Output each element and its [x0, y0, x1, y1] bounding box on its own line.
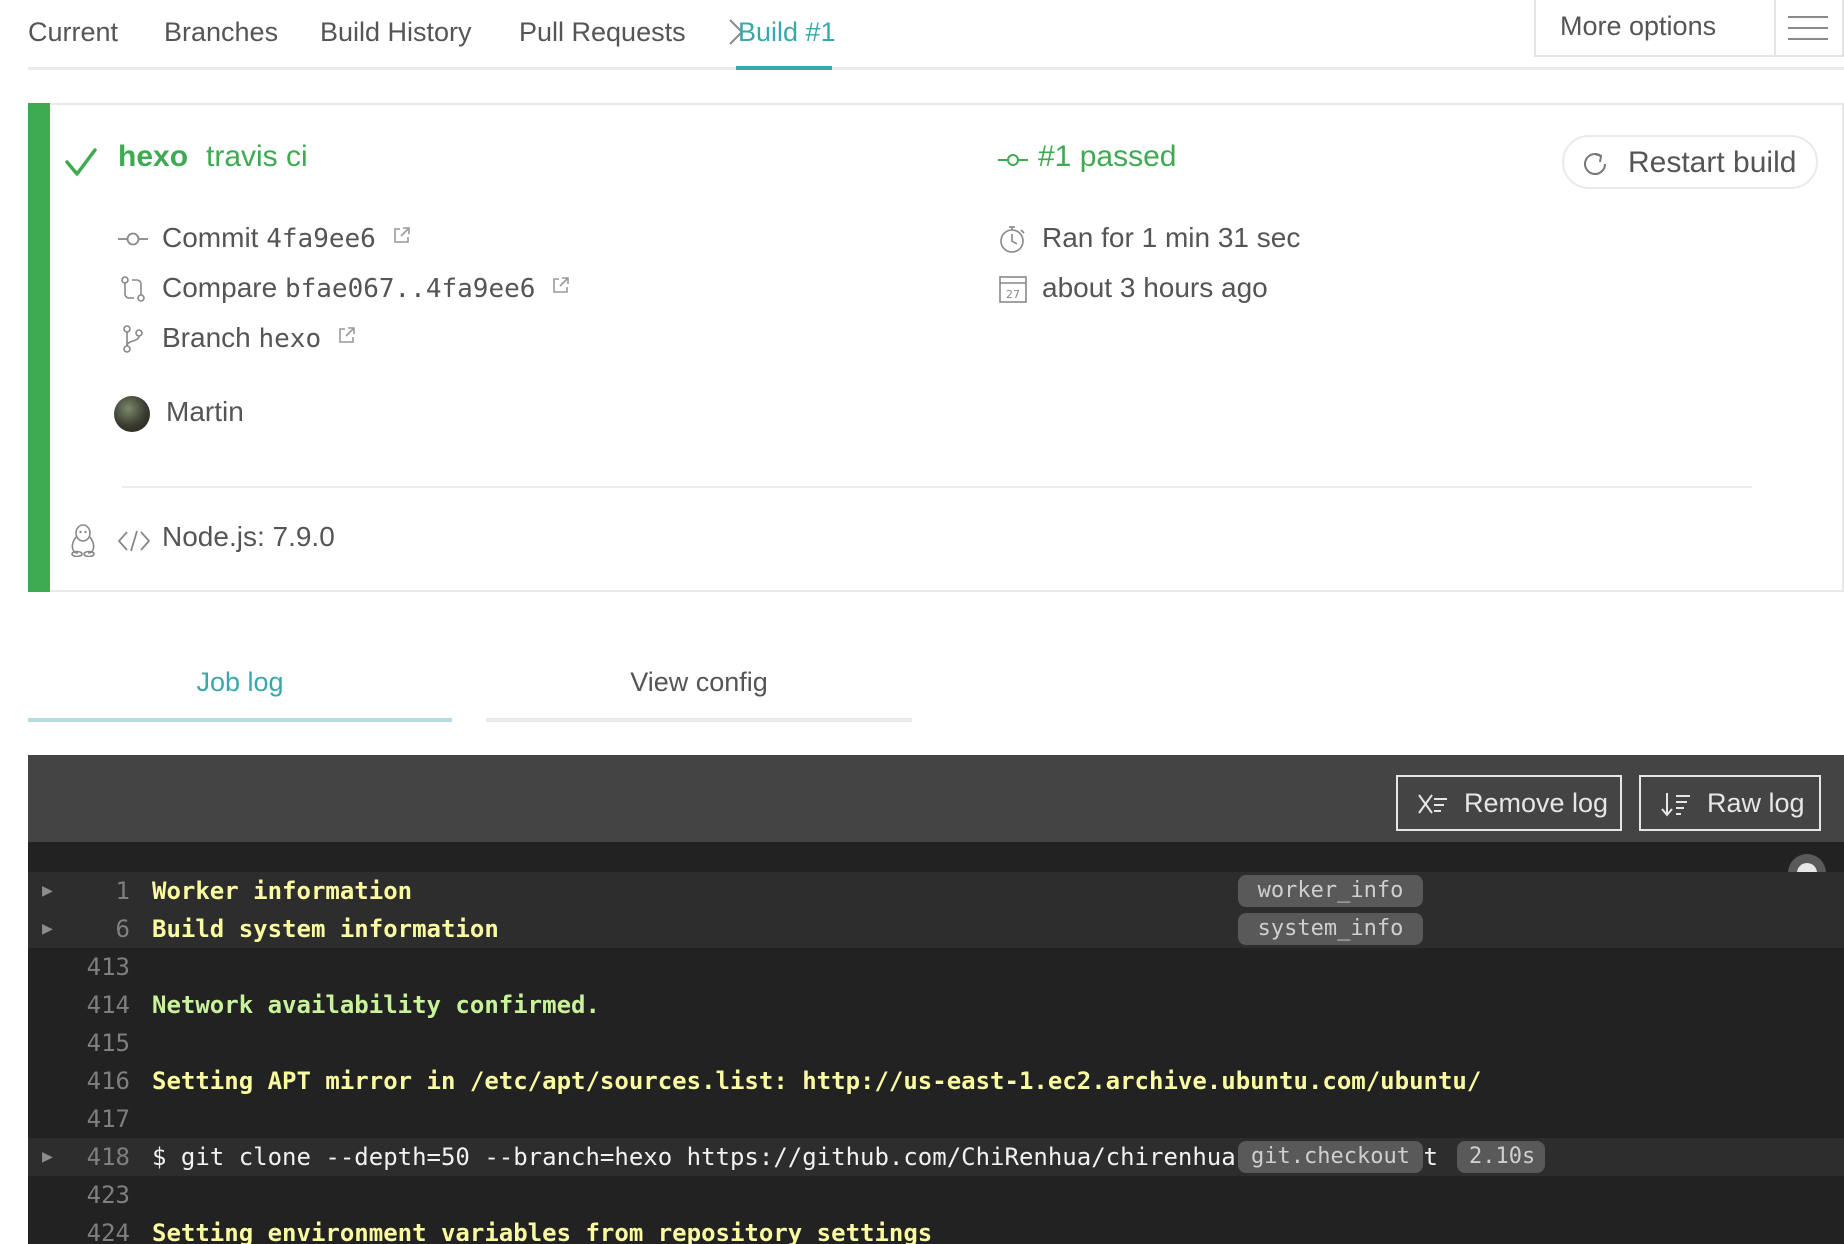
log-fold-line[interactable]: ▶ 6 Build system information system_info — [28, 910, 1844, 948]
log-line-number[interactable]: 423 — [68, 1176, 130, 1214]
remove-log-button[interactable]: Remove log — [1396, 775, 1622, 831]
build-status-stripe — [28, 103, 50, 592]
compare-icon — [121, 276, 145, 302]
commit-icon — [118, 232, 148, 246]
restart-build-label: Restart build — [1628, 146, 1797, 179]
log-fold-tag: git.checkout — [1238, 1141, 1423, 1173]
card-divider — [122, 486, 1752, 488]
calendar-icon: 27 — [999, 276, 1027, 303]
raw-log-button[interactable]: Raw log — [1639, 775, 1821, 831]
more-options-divider — [1774, 0, 1776, 55]
log-line-number[interactable]: 413 — [68, 948, 130, 986]
external-link-icon[interactable] — [337, 325, 357, 345]
log-line-text: Build system information — [152, 915, 499, 943]
remove-log-label: Remove log — [1464, 788, 1609, 818]
external-link-icon[interactable] — [551, 275, 571, 295]
log-line: 415 — [28, 1024, 1844, 1062]
hamburger-icon[interactable] — [1788, 14, 1828, 42]
calendar-day: 27 — [1006, 288, 1020, 301]
commit-message: travis ci — [206, 140, 308, 173]
log-line: 424 Setting environment variables from re… — [28, 1214, 1844, 1244]
log-line: 423 — [28, 1176, 1844, 1214]
tab-job-log[interactable]: Job log — [28, 662, 452, 722]
log-line-number[interactable]: 417 — [68, 1100, 130, 1138]
active-tab-indicator — [736, 66, 832, 70]
branch-icon — [123, 325, 143, 353]
raw-log-label: Raw log — [1707, 788, 1805, 818]
raw-log-icon — [1661, 793, 1690, 817]
more-options-label[interactable]: More options — [1560, 11, 1716, 42]
linux-icon — [71, 524, 95, 557]
log-line-text: Setting environment variables from repos… — [152, 1219, 933, 1244]
log-line: 417 — [28, 1100, 1844, 1138]
fold-arrow-icon[interactable]: ▶ — [42, 910, 53, 948]
remove-log-icon — [1418, 794, 1447, 814]
log-fold-duration: 2.10s — [1457, 1141, 1545, 1173]
fold-arrow-icon[interactable]: ▶ — [42, 1138, 53, 1176]
commit-status-icon — [998, 154, 1028, 166]
restart-icon — [1584, 153, 1606, 175]
code-icon — [118, 530, 150, 552]
branch-link[interactable]: hexo — [259, 324, 322, 354]
log-line-number[interactable]: 1 — [68, 872, 130, 910]
build-finished-time: about 3 hours ago — [1042, 272, 1268, 303]
stopwatch-icon — [1000, 226, 1025, 253]
tab-current[interactable]: Current — [28, 14, 118, 50]
log-line-text: Worker information — [152, 877, 413, 905]
tab-build-history[interactable]: Build History — [320, 14, 472, 50]
branch-row: Branch hexo — [118, 318, 618, 358]
author-name: Martin — [166, 396, 244, 427]
branch-label: Branch — [162, 322, 251, 353]
commit-sha-link[interactable]: 4fa9ee6 — [266, 224, 376, 254]
tab-build-1[interactable]: Build #1 — [738, 14, 836, 50]
compare-label: Compare — [162, 272, 278, 303]
tab-view-config[interactable]: View config — [486, 662, 912, 722]
log-line: 414 Network availability confirmed. — [28, 986, 1844, 1024]
log-fold-line[interactable]: ▶ 1 Worker information worker_info — [28, 872, 1844, 910]
log-line-number[interactable]: 414 — [68, 986, 130, 1024]
log-line: 413 — [28, 948, 1844, 986]
compare-row: Compare bfae067..4fa9ee6 — [118, 268, 818, 308]
tab-branches[interactable]: Branches — [164, 14, 278, 50]
log-line-number[interactable]: 415 — [68, 1024, 130, 1062]
build-duration: Ran for 1 min 31 sec — [1042, 222, 1301, 253]
job-log-output: ▶ 1 Worker information worker_info ▶ 6 Build s… — [28, 842, 1844, 1244]
more-options-menu[interactable]: More options — [1534, 0, 1844, 57]
log-line-text: Setting APT mirror in /etc/apt/sources.l… — [152, 1067, 1482, 1095]
log-fold-tag: worker_info — [1238, 875, 1423, 907]
log-line-number[interactable]: 6 — [68, 910, 130, 948]
commit-row: Commit 4fa9ee6 — [118, 218, 718, 258]
log-fold-line[interactable]: ▶ 418 $ git clone --depth=50 --branch=hexo… — [28, 1138, 1844, 1176]
restart-build-button[interactable]: Restart build — [1562, 135, 1818, 189]
branch-name-heading[interactable]: hexo — [118, 137, 188, 177]
log-fold-tag: system_info — [1238, 913, 1423, 945]
external-link-icon[interactable] — [392, 225, 412, 245]
tab-pull-requests[interactable]: Pull Requests — [519, 14, 686, 50]
duration-row: Ran for 1 min 31 sec — [998, 218, 1498, 258]
log-line-number[interactable]: 416 — [68, 1062, 130, 1100]
log-toolbar: Remove log Raw log — [28, 755, 1844, 842]
language-version: Node.js: 7.9.0 — [162, 521, 335, 552]
log-line-text: Network availability confirmed. — [152, 991, 600, 1019]
fold-arrow-icon[interactable]: ▶ — [42, 872, 53, 910]
finished-row: 27 about 3 hours ago — [998, 268, 1498, 308]
check-icon — [65, 148, 97, 176]
commit-label: Commit — [162, 222, 259, 253]
build-summary-card: hexo travis ci #1 passed Restart build C… — [28, 103, 1844, 592]
log-line: 416 Setting APT mirror in /etc/apt/source… — [28, 1062, 1844, 1100]
build-status: #1 passed — [1038, 140, 1177, 173]
avatar — [114, 396, 150, 432]
log-line-number[interactable]: 424 — [68, 1214, 130, 1244]
compare-range-link[interactable]: bfae067..4fa9ee6 — [285, 274, 535, 304]
log-line-number[interactable]: 418 — [68, 1138, 130, 1176]
